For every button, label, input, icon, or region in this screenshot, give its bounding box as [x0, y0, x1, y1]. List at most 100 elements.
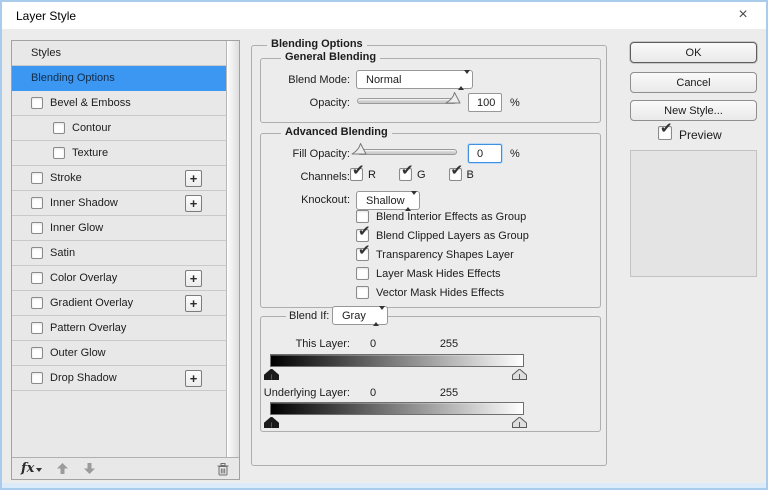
underlying-layer-highlight-slider[interactable]: [512, 417, 527, 428]
fill-opacity-percent-sign: %: [510, 148, 520, 160]
knockout-select[interactable]: Shallow: [356, 190, 420, 211]
sidebar-item-label: Outer Glow: [50, 347, 106, 359]
effect-enable-checkbox[interactable]: [31, 247, 43, 259]
blend-if-select[interactable]: Gray: [332, 305, 388, 326]
spinner-arrows-icon: [458, 69, 470, 90]
opacity-value: 100: [477, 96, 496, 109]
sidebar-item-inner-glow[interactable]: Inner Glow: [12, 216, 226, 241]
sidebar-item-label: Stroke: [50, 172, 82, 184]
opacity-slider-handle[interactable]: [445, 91, 462, 104]
ok-button[interactable]: OK: [630, 42, 757, 63]
sidebar-item-label: Styles: [31, 47, 61, 59]
fill-opacity-slider-track[interactable]: [357, 149, 457, 155]
general-blending-group: [260, 58, 601, 123]
sidebar-item-gradient-overlay[interactable]: Gradient Overlay +: [12, 291, 226, 316]
effect-enable-checkbox[interactable]: [31, 347, 43, 359]
sidebar-item-label: Drop Shadow: [50, 372, 117, 384]
knockout-label: Knockout:: [301, 194, 350, 206]
flag-layer-mask-hides-effects: Layer Mask Hides Effects: [356, 264, 529, 283]
channel-g-checkbox[interactable]: [398, 161, 414, 181]
effect-enable-checkbox[interactable]: [31, 297, 43, 309]
blend-mode-select[interactable]: Normal: [356, 69, 473, 90]
knockout-value: Shallow: [366, 194, 405, 207]
channels-label: Channels:: [300, 171, 350, 183]
advanced-blending-title: Advanced Blending: [281, 126, 392, 138]
this-layer-label: This Layer:: [295, 338, 350, 350]
move-effect-up-button[interactable]: [56, 462, 69, 475]
sidebar-item-styles[interactable]: Styles: [12, 41, 226, 66]
preview-label: Preview: [679, 128, 722, 142]
flag-transparency-shapes-layer: Transparency Shapes Layer: [356, 241, 529, 264]
title-bar: Layer Style ×: [2, 2, 766, 29]
sidebar-item-bevel-emboss[interactable]: Bevel & Emboss: [12, 91, 226, 116]
fill-opacity-slider-handle[interactable]: [351, 142, 368, 155]
effect-enable-checkbox[interactable]: [31, 97, 43, 109]
effect-enable-checkbox[interactable]: [31, 372, 43, 384]
sidebar-item-pattern-overlay[interactable]: Pattern Overlay: [12, 316, 226, 341]
fill-opacity-value: 0: [477, 147, 484, 160]
effect-enable-checkbox[interactable]: [31, 272, 43, 284]
chevron-down-icon: [36, 468, 43, 475]
sidebar-item-blending-options[interactable]: Blending Options: [12, 66, 226, 91]
add-effect-instance-button[interactable]: +: [185, 370, 202, 387]
move-effect-down-button[interactable]: [83, 462, 96, 475]
effect-enable-checkbox[interactable]: [31, 222, 43, 234]
fill-opacity-input[interactable]: 0: [468, 144, 502, 163]
underlying-layer-gradient-bar: [270, 402, 524, 415]
new-style-button[interactable]: New Style...: [630, 100, 757, 121]
effect-enable-checkbox[interactable]: [31, 197, 43, 209]
add-effect-instance-button[interactable]: +: [185, 270, 202, 287]
underlying-layer-shadow-slider[interactable]: [264, 417, 279, 428]
flag-vector-mask-hides-effects: Vector Mask Hides Effects: [356, 283, 529, 302]
add-effect-instance-button[interactable]: +: [185, 295, 202, 312]
spinner-arrows-icon: [405, 190, 417, 211]
sidebar-item-satin[interactable]: Satin: [12, 241, 226, 266]
flag-layer-mask-hides-effects-checkbox[interactable]: [356, 267, 369, 280]
this-layer-highlight-slider[interactable]: [512, 369, 527, 380]
close-icon[interactable]: ×: [728, 5, 758, 26]
opacity-label: Opacity:: [309, 97, 350, 109]
sidebar-item-texture[interactable]: Texture: [12, 141, 226, 166]
channel-label: G: [416, 168, 426, 181]
sidebar-item-color-overlay[interactable]: Color Overlay +: [12, 266, 226, 291]
effect-enable-checkbox[interactable]: [31, 172, 43, 184]
sidebar-item-label: Pattern Overlay: [50, 322, 127, 334]
effect-enable-checkbox[interactable]: [53, 147, 65, 159]
fx-menu-button[interactable]: fx: [21, 462, 43, 475]
opacity-input[interactable]: 100: [468, 93, 502, 112]
channel-g: G: [398, 161, 426, 181]
spinner-arrows-icon: [373, 305, 385, 326]
channel-r-checkbox[interactable]: [350, 161, 365, 181]
this-layer-shadow-slider[interactable]: [264, 369, 279, 380]
delete-effect-icon[interactable]: [216, 462, 230, 476]
opacity-slider-track[interactable]: [357, 98, 457, 104]
flag-label: Layer Mask Hides Effects: [376, 267, 501, 280]
flag-label: Vector Mask Hides Effects: [376, 286, 505, 299]
sidebar-item-inner-shadow[interactable]: Inner Shadow +: [12, 191, 226, 216]
opacity-percent-sign: %: [510, 97, 520, 109]
channel-r: R: [350, 161, 376, 181]
sidebar-item-label: Inner Glow: [50, 222, 104, 234]
blend-if-value: Gray: [342, 309, 366, 322]
add-effect-instance-button[interactable]: +: [185, 170, 202, 187]
effect-enable-checkbox[interactable]: [53, 122, 65, 134]
this-layer-max: 255: [439, 338, 459, 350]
flag-vector-mask-hides-effects-checkbox[interactable]: [356, 286, 369, 299]
sidebar-item-outer-glow[interactable]: Outer Glow: [12, 341, 226, 366]
effect-enable-checkbox[interactable]: [31, 322, 43, 334]
sidebar-item-contour[interactable]: Contour: [12, 116, 226, 141]
sidebar-item-drop-shadow[interactable]: Drop Shadow +: [12, 366, 226, 391]
flag-transparency-shapes-layer-checkbox[interactable]: [356, 241, 371, 261]
preview-checkbox[interactable]: [658, 119, 673, 140]
general-blending-title: General Blending: [281, 51, 381, 63]
underlying-layer-label: Underlying Layer:: [263, 387, 350, 399]
cancel-button[interactable]: Cancel: [630, 72, 757, 93]
sidebar-item-stroke[interactable]: Stroke +: [12, 166, 226, 191]
sidebar-item-label: Gradient Overlay: [50, 297, 134, 309]
flag-blend-clipped-layers-as-group: Blend Clipped Layers as Group: [356, 222, 529, 245]
channel-b-checkbox[interactable]: [448, 161, 463, 181]
blend-mode-label: Blend Mode:: [288, 74, 350, 86]
advanced-flags-list: Blend Interior Effects as Group Blend Cli…: [356, 207, 529, 302]
fill-opacity-label: Fill Opacity:: [292, 148, 350, 160]
add-effect-instance-button[interactable]: +: [185, 195, 202, 212]
